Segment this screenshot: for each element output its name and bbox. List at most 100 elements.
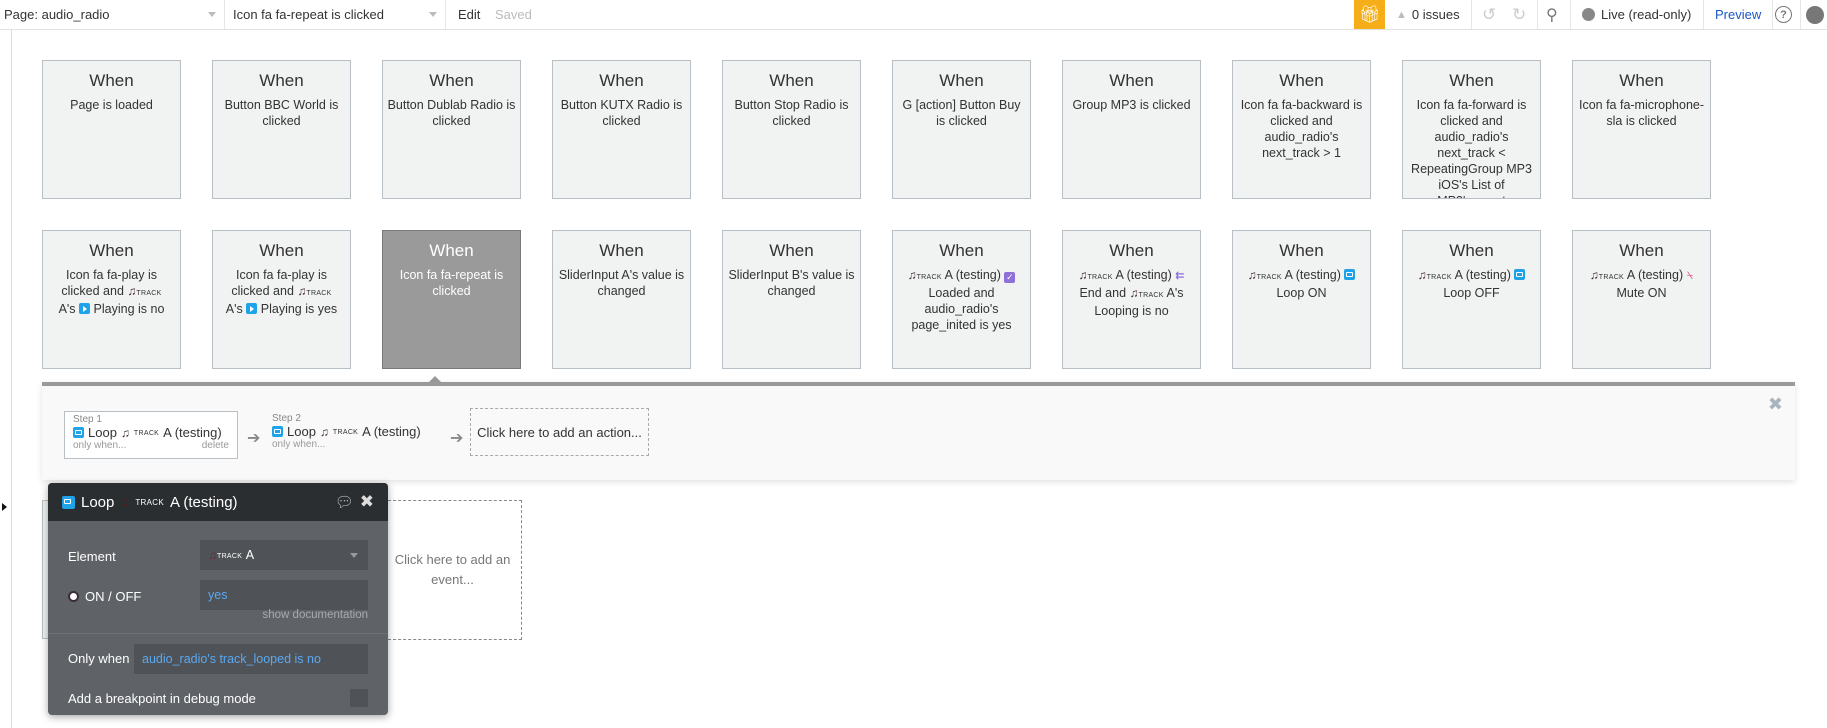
help-button[interactable]: ? xyxy=(1775,0,1792,29)
music-note-icon: ♫ xyxy=(1589,268,1599,282)
event-card[interactable]: When ♫track A (testing) ⍀ Mute ON xyxy=(1572,230,1711,369)
popup-header: Loop ♫ track A (testing) 💬︎ ✖ xyxy=(48,483,388,521)
when-label: When xyxy=(939,241,984,260)
preview-link[interactable]: Preview xyxy=(1715,0,1761,29)
when-label: When xyxy=(1279,71,1324,90)
event-condition: Button BBC World is clicked xyxy=(224,98,339,128)
event-card[interactable]: When ♫track A (testing) ⇇ End and ♫track… xyxy=(1062,230,1201,369)
when-label: When xyxy=(1449,241,1494,260)
event-condition: Group MP3 is clicked xyxy=(1072,98,1191,112)
when-label: When xyxy=(769,241,814,260)
delete-step-link[interactable]: delete xyxy=(202,440,229,451)
edit-menu[interactable]: Edit xyxy=(458,0,480,29)
event-card[interactable]: When SliderInput B's value is changed xyxy=(722,230,861,369)
gift-button[interactable]: 🎁︎ xyxy=(1354,0,1385,29)
event-card[interactable]: When Group MP3 is clicked xyxy=(1062,60,1201,199)
event-condition: G [action] Button Buy is clicked xyxy=(902,98,1021,128)
event-card[interactable]: When Icon fa fa-play is clicked and ♫tra… xyxy=(212,230,351,369)
event-condition: SliderInput B's value is changed xyxy=(728,268,855,298)
live-label: Live (read-only) xyxy=(1601,7,1692,22)
when-label: When xyxy=(1619,71,1664,90)
redo-button[interactable]: ↻ xyxy=(1512,0,1526,29)
radio-icon[interactable] xyxy=(68,591,79,602)
event-card[interactable]: When SliderInput A's value is changed xyxy=(552,230,691,369)
action-target: A (testing) xyxy=(163,425,222,440)
search-button[interactable]: ⚲ xyxy=(1546,0,1558,29)
add-event-button[interactable]: Click here to add an event... xyxy=(383,500,522,640)
account-button[interactable] xyxy=(1806,0,1824,29)
chevron-down-icon xyxy=(429,12,437,17)
live-button[interactable]: Live (read-only) xyxy=(1582,0,1691,29)
when-label: When xyxy=(1109,241,1154,260)
event-selector[interactable]: Icon fa fa-repeat is clicked xyxy=(233,0,443,29)
event-condition: Icon fa fa-play is clicked and ♫track A'… xyxy=(58,268,165,316)
close-icon[interactable]: ✖ xyxy=(360,492,374,512)
redo-icon: ↻ xyxy=(1512,4,1527,24)
action-step-1[interactable]: Step 1 Loop ♫ track A (testing) only when.… xyxy=(64,411,238,459)
only-when-link[interactable]: only when... xyxy=(73,440,126,451)
close-icon[interactable]: ✖ xyxy=(1768,394,1783,415)
show-documentation-link[interactable]: show documentation xyxy=(263,609,368,621)
event-condition: Icon fa fa-microphone-sla is clicked xyxy=(1578,98,1705,128)
globe-icon xyxy=(1582,8,1595,21)
arrow-right-icon: ➔ xyxy=(247,430,261,447)
loop-icon xyxy=(1344,269,1356,280)
edit-label: Edit xyxy=(458,7,481,22)
music-note-icon: ♫ xyxy=(1417,268,1427,282)
event-condition: Icon fa fa-forward is clicked and audio_… xyxy=(1411,98,1532,198)
event-card[interactable]: When Button BBC World is clicked xyxy=(212,60,351,199)
top-bar: Page: audio_radio Icon fa fa-repeat is c… xyxy=(0,0,1827,30)
popup-title-target: A (testing) xyxy=(170,493,238,511)
breakpoint-label: Add a breakpoint in debug mode xyxy=(68,691,256,706)
event-card[interactable]: When Icon fa fa-microphone-sla is clicked xyxy=(1572,60,1711,199)
event-condition: ♫track A (testing) ⍀ Mute ON xyxy=(1589,268,1694,300)
event-condition: Icon fa fa-backward is clicked and audio… xyxy=(1240,98,1363,160)
element-value: A xyxy=(245,548,255,562)
actions-panel: ✖ Step 1 Loop ♫ track A (testing) only whe… xyxy=(42,382,1795,480)
music-note-icon: ♫ xyxy=(907,268,917,282)
event-condition: Icon fa fa-play is clicked and ♫track A'… xyxy=(225,268,338,316)
element-dropdown[interactable]: ♫ track A xyxy=(200,540,368,570)
event-condition: SliderInput A's value is changed xyxy=(558,268,685,298)
step-label: Step 2 xyxy=(272,413,301,424)
event-card[interactable]: When G [action] Button Buy is clicked xyxy=(892,60,1031,199)
event-card[interactable]: When ♫track A (testing) ✓ Loaded and aud… xyxy=(892,230,1031,369)
music-note-icon: ♫ xyxy=(1129,286,1139,300)
add-action-button[interactable]: Click here to add an action... xyxy=(470,408,649,456)
event-condition: ♫track A (testing) ⇇ End and ♫track A's … xyxy=(1078,268,1185,318)
event-card[interactable]: When ♫track A (testing) Loop ON xyxy=(1232,230,1371,369)
mute-icon: ⍀ xyxy=(1686,270,1694,282)
event-condition: Button KUTX Radio is clicked xyxy=(560,98,683,128)
event-card[interactable]: When Button Dublab Radio is clicked xyxy=(382,60,521,199)
help-icon: ? xyxy=(1775,6,1792,23)
saved-status: Saved xyxy=(495,7,532,22)
chevron-down-icon xyxy=(208,12,216,17)
when-label: When xyxy=(1109,71,1154,90)
when-label: When xyxy=(599,71,644,90)
comment-icon[interactable]: 💬︎ xyxy=(335,493,354,511)
breakpoint-checkbox[interactable] xyxy=(350,689,368,707)
issues-button[interactable]: ▲ 0 issues xyxy=(1396,0,1460,29)
only-when-link[interactable]: only when... xyxy=(272,439,325,450)
search-icon: ⚲ xyxy=(1546,6,1558,24)
event-card[interactable]: When ♫track A (testing) Loop OFF xyxy=(1402,230,1541,369)
only-when-input[interactable]: audio_radio's track_looped is no xyxy=(134,644,368,674)
event-card-selected[interactable]: When Icon fa fa-repeat is clicked xyxy=(382,230,521,369)
page-selector[interactable]: Page: audio_radio xyxy=(4,0,222,29)
undo-button[interactable]: ↺ xyxy=(1482,0,1496,29)
event-card[interactable]: When Page is loaded xyxy=(42,60,181,199)
action-step-2[interactable]: Step 2 Loop ♫ track A (testing) only when.… xyxy=(264,411,444,459)
expand-sidebar-icon[interactable] xyxy=(2,503,7,511)
music-note-icon: ♫ xyxy=(319,424,329,439)
warning-icon: ▲ xyxy=(1396,8,1407,21)
event-card[interactable]: When Icon fa fa-backward is clicked and a… xyxy=(1232,60,1371,199)
arrow-right-icon: ➔ xyxy=(450,430,464,447)
event-card[interactable]: When Icon fa fa-play is clicked and ♫tra… xyxy=(42,230,181,369)
event-card[interactable]: When Icon fa fa-forward is clicked and au… xyxy=(1402,60,1541,199)
event-condition: Page is loaded xyxy=(70,98,153,112)
event-card[interactable]: When Button Stop Radio is clicked xyxy=(722,60,861,199)
onoff-input[interactable]: yes xyxy=(200,580,368,610)
end-arrow-icon: ⇇ xyxy=(1175,270,1185,282)
event-card[interactable]: When Button KUTX Radio is clicked xyxy=(552,60,691,199)
action-target: A (testing) xyxy=(362,424,421,439)
